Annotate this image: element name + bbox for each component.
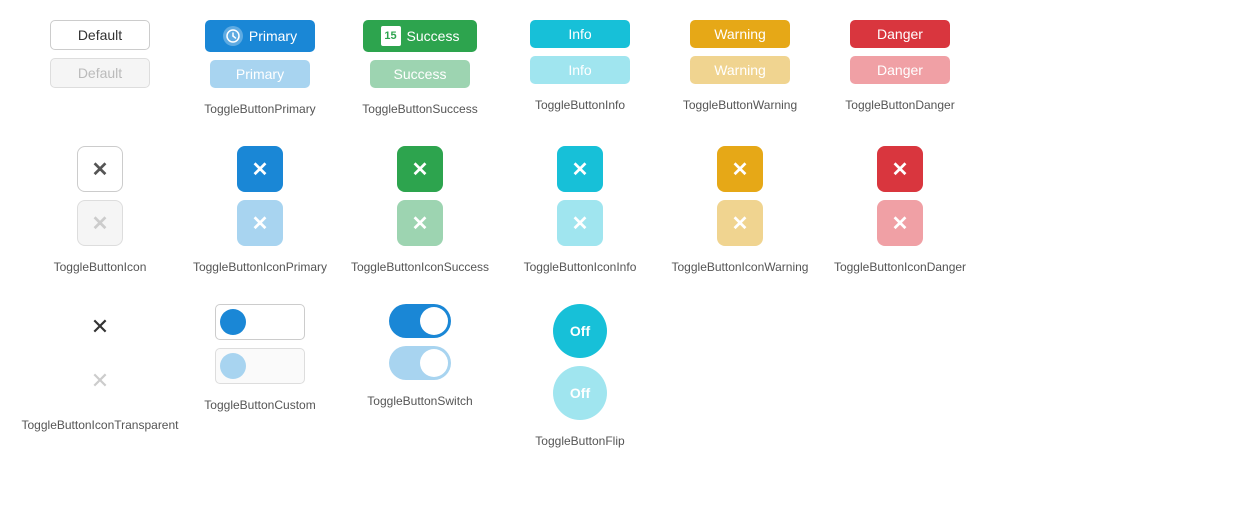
col-icon-default: ✕ ✕ ToggleButtonIcon (20, 146, 180, 274)
col-icon-success: ✕ ✕ ToggleButtonIconSuccess (340, 146, 500, 274)
switch-active[interactable] (389, 304, 451, 338)
flip-btn-active-label: Off (570, 323, 590, 339)
label-flip: ToggleButtonFlip (535, 434, 624, 448)
x-icon-danger: ✕ (892, 157, 909, 182)
icon-btn-success-inactive[interactable]: ✕ (397, 200, 443, 246)
label-info: ToggleButtonInfo (535, 98, 625, 112)
x-icon-warning: ✕ (732, 157, 749, 182)
row-text-buttons: Default Default Primary Primary ToggleBu… (20, 20, 1223, 116)
custom-toggle-knob-inactive (220, 353, 246, 379)
x-icon-success-disabled: ✕ (412, 211, 429, 236)
flip-btn-inactive-label: Off (570, 385, 590, 401)
btn-success-inactive[interactable]: Success (370, 60, 470, 88)
x-icon-disabled: ✕ (92, 211, 109, 236)
label-icon-danger: ToggleButtonIconDanger (834, 260, 966, 274)
row-icon-buttons: ✕ ✕ ToggleButtonIcon ✕ ✕ ToggleButtonIco… (20, 146, 1223, 274)
btn-danger-inactive[interactable]: Danger (850, 56, 950, 84)
calendar-icon: 15 (381, 26, 401, 46)
col-primary: Primary Primary ToggleButtonPrimary (180, 20, 340, 116)
icon-btn-default-active[interactable]: ✕ (77, 146, 123, 192)
btn-default-inactive[interactable]: Default (50, 58, 150, 88)
custom-toggle-knob-active (220, 309, 246, 335)
icon-btn-transparent-inactive[interactable]: ✕ (77, 358, 123, 404)
icon-btn-success-active[interactable]: ✕ (397, 146, 443, 192)
col-transparent: ✕ ✕ ToggleButtonIconTransparent (20, 304, 180, 432)
label-switch: ToggleButtonSwitch (367, 394, 472, 408)
custom-toggle-inactive[interactable] (215, 348, 305, 384)
label-icon-primary: ToggleButtonIconPrimary (193, 260, 327, 274)
x-icon-warning-disabled: ✕ (732, 211, 749, 236)
col-icon-info: ✕ ✕ ToggleButtonIconInfo (500, 146, 660, 274)
icon-btn-info-active[interactable]: ✕ (557, 146, 603, 192)
label-icon-success: ToggleButtonIconSuccess (351, 260, 489, 274)
flip-btn-inactive[interactable]: Off (553, 366, 607, 420)
label-icon-info: ToggleButtonIconInfo (524, 260, 637, 274)
btn-success-active[interactable]: 15 Success (363, 20, 478, 52)
custom-toggle-active[interactable] (215, 304, 305, 340)
label-custom: ToggleButtonCustom (204, 398, 315, 412)
label-warning: ToggleButtonWarning (683, 98, 797, 112)
icon-btn-primary-active[interactable]: ✕ (237, 146, 283, 192)
col-icon-warning: ✕ ✕ ToggleButtonIconWarning (660, 146, 820, 274)
label-transparent: ToggleButtonIconTransparent (22, 418, 179, 432)
x-icon: ✕ (92, 157, 109, 182)
col-icon-primary: ✕ ✕ ToggleButtonIconPrimary (180, 146, 340, 274)
col-default: Default Default (20, 20, 180, 88)
btn-primary-active-label: Primary (249, 28, 297, 44)
flip-btn-active[interactable]: Off (553, 304, 607, 358)
col-switch: ToggleButtonSwitch (340, 304, 500, 408)
col-flip: Off Off ToggleButtonFlip (500, 304, 660, 448)
icon-btn-warning-inactive[interactable]: ✕ (717, 200, 763, 246)
icon-btn-danger-active[interactable]: ✕ (877, 146, 923, 192)
x-icon-danger-disabled: ✕ (892, 211, 909, 236)
icon-btn-transparent-active[interactable]: ✕ (77, 304, 123, 350)
x-icon-transparent: ✕ (91, 314, 109, 340)
btn-warning-active[interactable]: Warning (690, 20, 790, 48)
switch-inactive[interactable] (389, 346, 451, 380)
x-icon-info: ✕ (572, 157, 589, 182)
col-info: Info Info ToggleButtonInfo (500, 20, 660, 112)
x-icon-primary-disabled: ✕ (252, 211, 269, 236)
btn-default-active[interactable]: Default (50, 20, 150, 50)
icon-btn-primary-inactive[interactable]: ✕ (237, 200, 283, 246)
x-icon-transparent-disabled: ✕ (91, 368, 109, 394)
icon-btn-info-inactive[interactable]: ✕ (557, 200, 603, 246)
x-icon-primary: ✕ (252, 157, 269, 182)
btn-primary-active[interactable]: Primary (205, 20, 315, 52)
icon-btn-danger-inactive[interactable]: ✕ (877, 200, 923, 246)
col-danger: Danger Danger ToggleButtonDanger (820, 20, 980, 112)
col-custom: ToggleButtonCustom (180, 304, 340, 412)
row-special: ✕ ✕ ToggleButtonIconTransparent ToggleBu… (20, 304, 1223, 448)
clock-icon (223, 26, 243, 46)
col-warning: Warning Warning ToggleButtonWarning (660, 20, 820, 112)
icon-btn-default-inactive[interactable]: ✕ (77, 200, 123, 246)
label-success: ToggleButtonSuccess (362, 102, 477, 116)
showcase: Default Default Primary Primary ToggleBu… (20, 20, 1223, 448)
col-success: 15 Success Success ToggleButtonSuccess (340, 20, 500, 116)
switch-knob-inactive (420, 349, 448, 377)
btn-warning-inactive[interactable]: Warning (690, 56, 790, 84)
x-icon-info-disabled: ✕ (572, 211, 589, 236)
btn-primary-inactive[interactable]: Primary (210, 60, 310, 88)
btn-danger-active[interactable]: Danger (850, 20, 950, 48)
btn-info-inactive[interactable]: Info (530, 56, 630, 84)
col-icon-danger: ✕ ✕ ToggleButtonIconDanger (820, 146, 980, 274)
label-primary: ToggleButtonPrimary (204, 102, 315, 116)
label-danger: ToggleButtonDanger (845, 98, 954, 112)
btn-success-active-label: Success (407, 28, 460, 44)
x-icon-success: ✕ (412, 157, 429, 182)
label-icon-default: ToggleButtonIcon (54, 260, 147, 274)
icon-btn-warning-active[interactable]: ✕ (717, 146, 763, 192)
switch-knob-active (420, 307, 448, 335)
label-icon-warning: ToggleButtonIconWarning (672, 260, 809, 274)
btn-info-active[interactable]: Info (530, 20, 630, 48)
